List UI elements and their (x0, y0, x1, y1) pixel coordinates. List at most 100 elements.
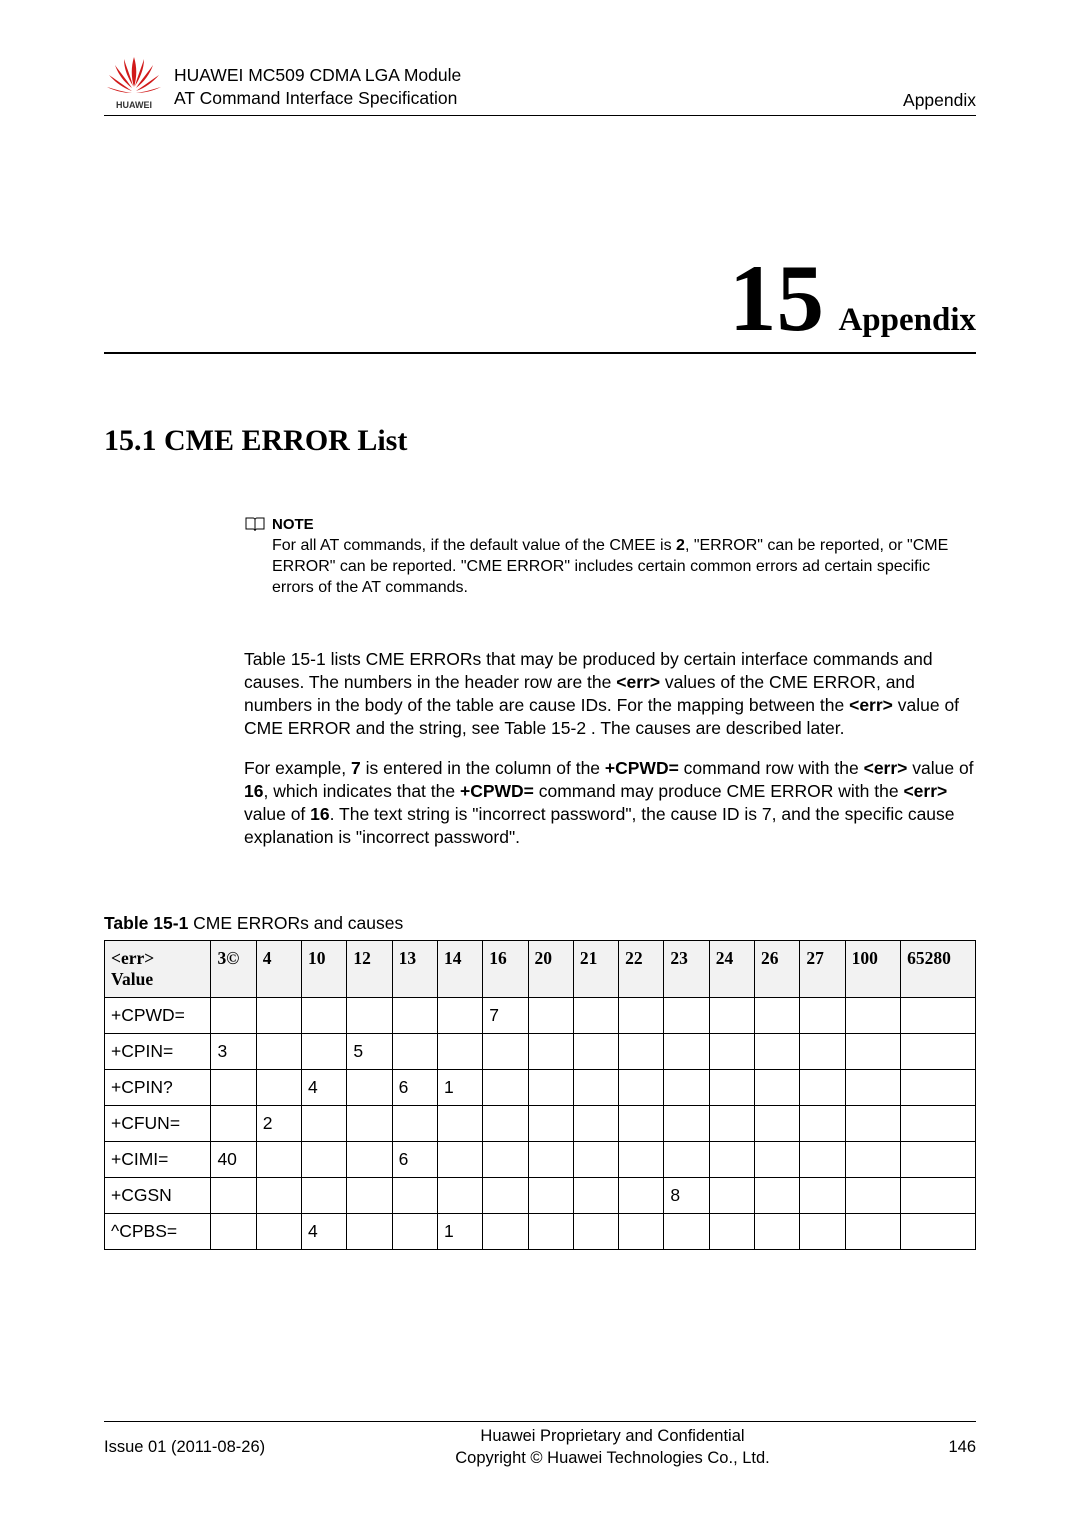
table-cell: 6 (392, 1142, 437, 1178)
cme-error-table: <err> Value 3© 4 10 12 13 14 16 20 21 22… (104, 940, 976, 1250)
table-cell (845, 1106, 900, 1142)
table-cell (573, 1106, 618, 1142)
table-cell (528, 1142, 573, 1178)
table-cell (256, 998, 301, 1034)
table-body: +CPWD=7+CPIN=35+CPIN?461+CFUN=2+CIMI=406… (105, 998, 976, 1250)
p2b: 7 (351, 758, 361, 778)
p2m: value of (244, 804, 310, 824)
hdr-col-14: 100 (845, 941, 900, 998)
table-cell (619, 1034, 664, 1070)
row-label: +CFUN= (105, 1106, 211, 1142)
table-cell (845, 1214, 900, 1250)
p2k: command may produce CME ERROR with the (534, 781, 904, 801)
table-cell (437, 1178, 482, 1214)
row-label: +CGSN (105, 1178, 211, 1214)
table-cell (528, 1214, 573, 1250)
table-cell (347, 998, 392, 1034)
table-cell (211, 1214, 256, 1250)
row-label: +CPIN? (105, 1070, 211, 1106)
table-cell (619, 1106, 664, 1142)
header-line2: AT Command Interface Specification (174, 87, 903, 111)
table-cell (619, 1178, 664, 1214)
huawei-logo-icon: HUAWEI (104, 55, 164, 110)
table-cell (800, 1214, 845, 1250)
p2g: value of (907, 758, 973, 778)
book-icon (244, 516, 266, 533)
chapter-number: 15 (729, 251, 824, 346)
table-cell (347, 1142, 392, 1178)
table-cell (800, 1070, 845, 1106)
table-cell (755, 1106, 800, 1142)
table-cell (392, 1106, 437, 1142)
table-cell (528, 998, 573, 1034)
hdr-value: Value (111, 969, 205, 990)
table-cell (901, 1070, 976, 1106)
caption-label: Table 15-1 (104, 913, 193, 933)
table-cell (573, 1142, 618, 1178)
p2a: For example, (244, 758, 351, 778)
footer-page-number: 146 (921, 1438, 976, 1457)
header-err-value: <err> Value (105, 941, 211, 998)
p1d: <err> (849, 695, 893, 715)
row-label: +CPIN= (105, 1034, 211, 1070)
logo-container: HUAWEI (104, 55, 174, 112)
table-cell (528, 1034, 573, 1070)
hdr-col-13: 27 (800, 941, 845, 998)
hdr-col-4: 13 (392, 941, 437, 998)
table-cell (755, 998, 800, 1034)
table-cell: 7 (483, 998, 528, 1034)
p2j: +CPWD= (460, 781, 534, 801)
p1b: <err> (616, 672, 660, 692)
p2n: 16 (310, 804, 329, 824)
table-cell (256, 1178, 301, 1214)
table-cell (619, 1070, 664, 1106)
table-head: <err> Value 3© 4 10 12 13 14 16 20 21 22… (105, 941, 976, 998)
table-cell (755, 1178, 800, 1214)
table-cell (755, 1142, 800, 1178)
note-body: For all AT commands, if the default valu… (272, 536, 976, 598)
hdr-col-3: 12 (347, 941, 392, 998)
table-cell (347, 1214, 392, 1250)
table-row: +CPIN?461 (105, 1070, 976, 1106)
svg-text:HUAWEI: HUAWEI (116, 100, 152, 110)
table-cell (755, 1034, 800, 1070)
table-cell (528, 1178, 573, 1214)
table-cell (302, 1034, 347, 1070)
row-label: +CPWD= (105, 998, 211, 1034)
table-cell (528, 1070, 573, 1106)
table-cell (211, 1178, 256, 1214)
table-cell (800, 1142, 845, 1178)
table-cell (664, 1142, 709, 1178)
table-cell (392, 998, 437, 1034)
table-cell (901, 1034, 976, 1070)
hdr-col-10: 23 (664, 941, 709, 998)
table-cell (211, 1070, 256, 1106)
hdr-col-5: 14 (437, 941, 482, 998)
table-cell (347, 1106, 392, 1142)
table-cell (709, 1178, 754, 1214)
table-cell (800, 1034, 845, 1070)
table-cell (709, 998, 754, 1034)
table-cell (619, 998, 664, 1034)
hdr-col-6: 16 (483, 941, 528, 998)
table-cell (483, 1142, 528, 1178)
hdr-col-11: 24 (709, 941, 754, 998)
table-cell (392, 1214, 437, 1250)
chapter-heading: 15 Appendix (104, 251, 976, 354)
header-line1: HUAWEI MC509 CDMA LGA Module (174, 64, 903, 88)
footer-issue: Issue 01 (2011-08-26) (104, 1438, 304, 1457)
table-cell (755, 1214, 800, 1250)
table-cell (483, 1070, 528, 1106)
table-cell (573, 1214, 618, 1250)
table-cell (211, 1106, 256, 1142)
p2f: <err> (864, 758, 908, 778)
table-cell (709, 1070, 754, 1106)
p2i: , which indicates that the (263, 781, 460, 801)
table-cell (901, 998, 976, 1034)
hdr-col-8: 21 (573, 941, 618, 998)
p2h: 16 (244, 781, 263, 801)
table-cell (709, 1214, 754, 1250)
table-cell (483, 1178, 528, 1214)
table-cell (392, 1034, 437, 1070)
chapter-title: Appendix (838, 302, 976, 339)
